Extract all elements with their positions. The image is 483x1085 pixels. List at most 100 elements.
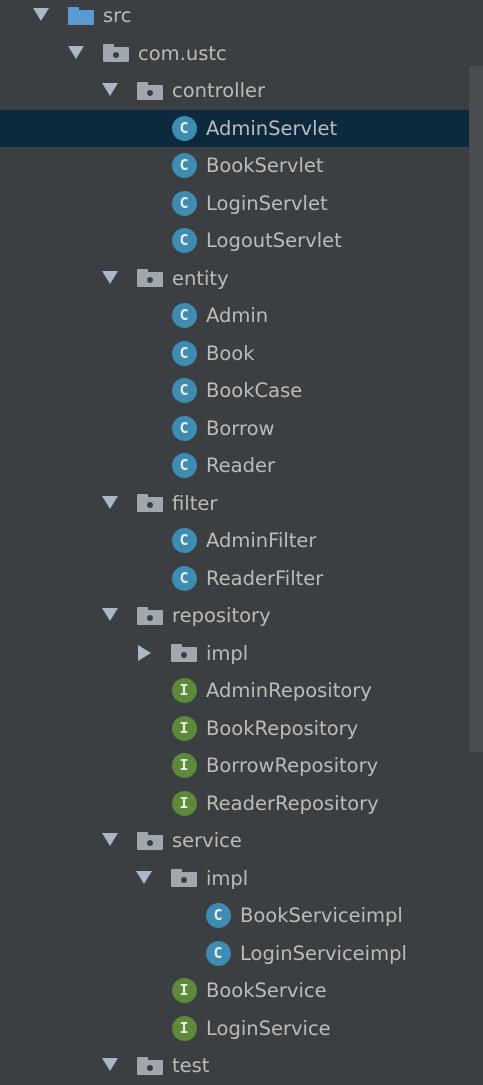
class-icon: C	[171, 453, 197, 479]
tree-row-class[interactable]: C AdminServlet	[0, 109, 483, 147]
tree-row-class[interactable]: C Borrow	[0, 410, 483, 448]
class-icon: C	[171, 190, 197, 216]
tree-row-label: impl	[206, 641, 249, 665]
tree-row-label: BookService	[206, 979, 327, 1002]
class-badge: C	[171, 190, 197, 216]
class-badge: C	[171, 453, 197, 479]
project-tree: src com.ustc controller C AdminServlet C BookS…	[0, 0, 483, 1085]
package-folder-icon	[137, 828, 163, 854]
collapse-arrow-icon[interactable]	[102, 83, 118, 97]
collapse-arrow-icon[interactable]	[102, 495, 118, 509]
tree-row-package[interactable]: com.ustc	[0, 35, 483, 73]
class-badge: C	[171, 528, 197, 554]
interface-badge: I	[171, 1015, 197, 1041]
tree-row-class[interactable]: C LogoutServlet	[0, 222, 483, 260]
tree-row-package[interactable]: impl	[0, 860, 483, 898]
interface-badge: I	[171, 753, 197, 779]
collapse-arrow-icon[interactable]	[102, 270, 118, 284]
interface-badge: I	[171, 978, 197, 1004]
collapse-arrow-icon[interactable]	[33, 8, 49, 22]
collapse-arrow-icon[interactable]	[102, 1058, 118, 1072]
tree-row-label: service	[172, 829, 242, 852]
tree-row-package[interactable]: repository	[0, 597, 483, 635]
package-folder-icon	[137, 603, 163, 629]
expand-arrow-icon[interactable]	[138, 645, 151, 662]
tree-row-interface[interactable]: I ReaderRepository	[0, 785, 483, 823]
class-badge: C	[171, 228, 197, 254]
tree-row-package[interactable]: test	[0, 1047, 483, 1085]
package-folder-icon	[103, 40, 129, 66]
package-folder-icon	[137, 265, 163, 291]
tree-row-interface[interactable]: I BookService	[0, 972, 483, 1010]
tree-row-label: ReaderRepository	[206, 791, 379, 815]
tree-row-class[interactable]: C AdminFilter	[0, 522, 483, 560]
class-badge: C	[171, 565, 197, 591]
tree-row-label: impl	[206, 866, 249, 890]
collapse-arrow-icon[interactable]	[102, 608, 118, 622]
tree-row-label: controller	[172, 79, 266, 102]
collapse-arrow-icon[interactable]	[102, 833, 118, 847]
tree-row-label: BookCase	[206, 379, 303, 402]
tree-row-label: Admin	[206, 304, 269, 327]
class-icon: C	[171, 115, 197, 141]
tree-row-label: Reader	[206, 454, 276, 477]
tree-row-label: ReaderFilter	[206, 566, 324, 590]
tree-row-source-root[interactable]: src	[0, 0, 483, 35]
tree-row-class[interactable]: C BookServlet	[0, 147, 483, 185]
tree-row-label: BookRepository	[206, 716, 359, 740]
tree-row-class[interactable]: C ReaderFilter	[0, 560, 483, 598]
tree-row-class[interactable]: C LoginServiceimpl	[0, 935, 483, 973]
class-icon: C	[171, 565, 197, 591]
interface-icon: I	[171, 1015, 197, 1041]
class-icon: C	[205, 903, 231, 929]
interface-badge: I	[171, 715, 197, 741]
collapse-arrow-icon[interactable]	[68, 45, 84, 59]
tree-row-label: LoginServlet	[206, 191, 328, 215]
tree-row-label: com.ustc	[138, 41, 227, 65]
tree-row-interface[interactable]: I AdminRepository	[0, 672, 483, 710]
tree-row-label: Book	[206, 341, 255, 365]
package-folder-icon	[171, 640, 197, 666]
tree-row-package[interactable]: controller	[0, 72, 483, 110]
tree-row-package[interactable]: service	[0, 822, 483, 860]
tree-row-class[interactable]: C Admin	[0, 297, 483, 335]
tree-row-class[interactable]: C LoginServlet	[0, 185, 483, 223]
tree-row-label: entity	[172, 266, 229, 290]
vertical-scrollbar[interactable]	[469, 66, 483, 752]
tree-row-package[interactable]: impl	[0, 635, 483, 673]
interface-icon: I	[171, 753, 197, 779]
tree-row-class[interactable]: C BookServiceimpl	[0, 897, 483, 935]
class-badge: C	[171, 378, 197, 404]
tree-row-class[interactable]: C BookCase	[0, 372, 483, 410]
tree-row-interface[interactable]: I BookRepository	[0, 710, 483, 748]
class-badge: C	[171, 115, 197, 141]
class-icon: C	[171, 228, 197, 254]
tree-row-label: filter	[172, 491, 218, 515]
tree-row-label: test	[172, 1054, 210, 1077]
tree-row-label: Borrow	[206, 416, 275, 440]
tree-row-interface[interactable]: I LoginService	[0, 1010, 483, 1048]
class-badge: C	[171, 340, 197, 366]
tree-row-label: LoginServiceimpl	[240, 941, 407, 965]
tree-row-interface[interactable]: I BorrowRepository	[0, 747, 483, 785]
class-icon: C	[171, 415, 197, 441]
package-folder-icon	[171, 865, 197, 891]
package-folder-icon	[137, 78, 163, 104]
tree-row-label: BorrowRepository	[206, 754, 379, 777]
tree-row-label: AdminRepository	[206, 679, 372, 702]
interface-icon: I	[171, 678, 197, 704]
tree-row-class[interactable]: C Reader	[0, 447, 483, 485]
collapse-arrow-icon[interactable]	[136, 870, 152, 884]
class-icon: C	[171, 528, 197, 554]
class-icon: C	[205, 940, 231, 966]
package-folder-icon	[137, 490, 163, 516]
interface-icon: I	[171, 715, 197, 741]
class-icon: C	[171, 340, 197, 366]
tree-row-package[interactable]: filter	[0, 485, 483, 523]
tree-row-label: LoginService	[206, 1016, 331, 1040]
tree-row-label: src	[103, 4, 132, 27]
tree-row-label: LogoutServlet	[206, 229, 342, 252]
tree-row-class[interactable]: C Book	[0, 335, 483, 373]
folder-blue-icon	[68, 3, 94, 29]
tree-row-package[interactable]: entity	[0, 260, 483, 298]
